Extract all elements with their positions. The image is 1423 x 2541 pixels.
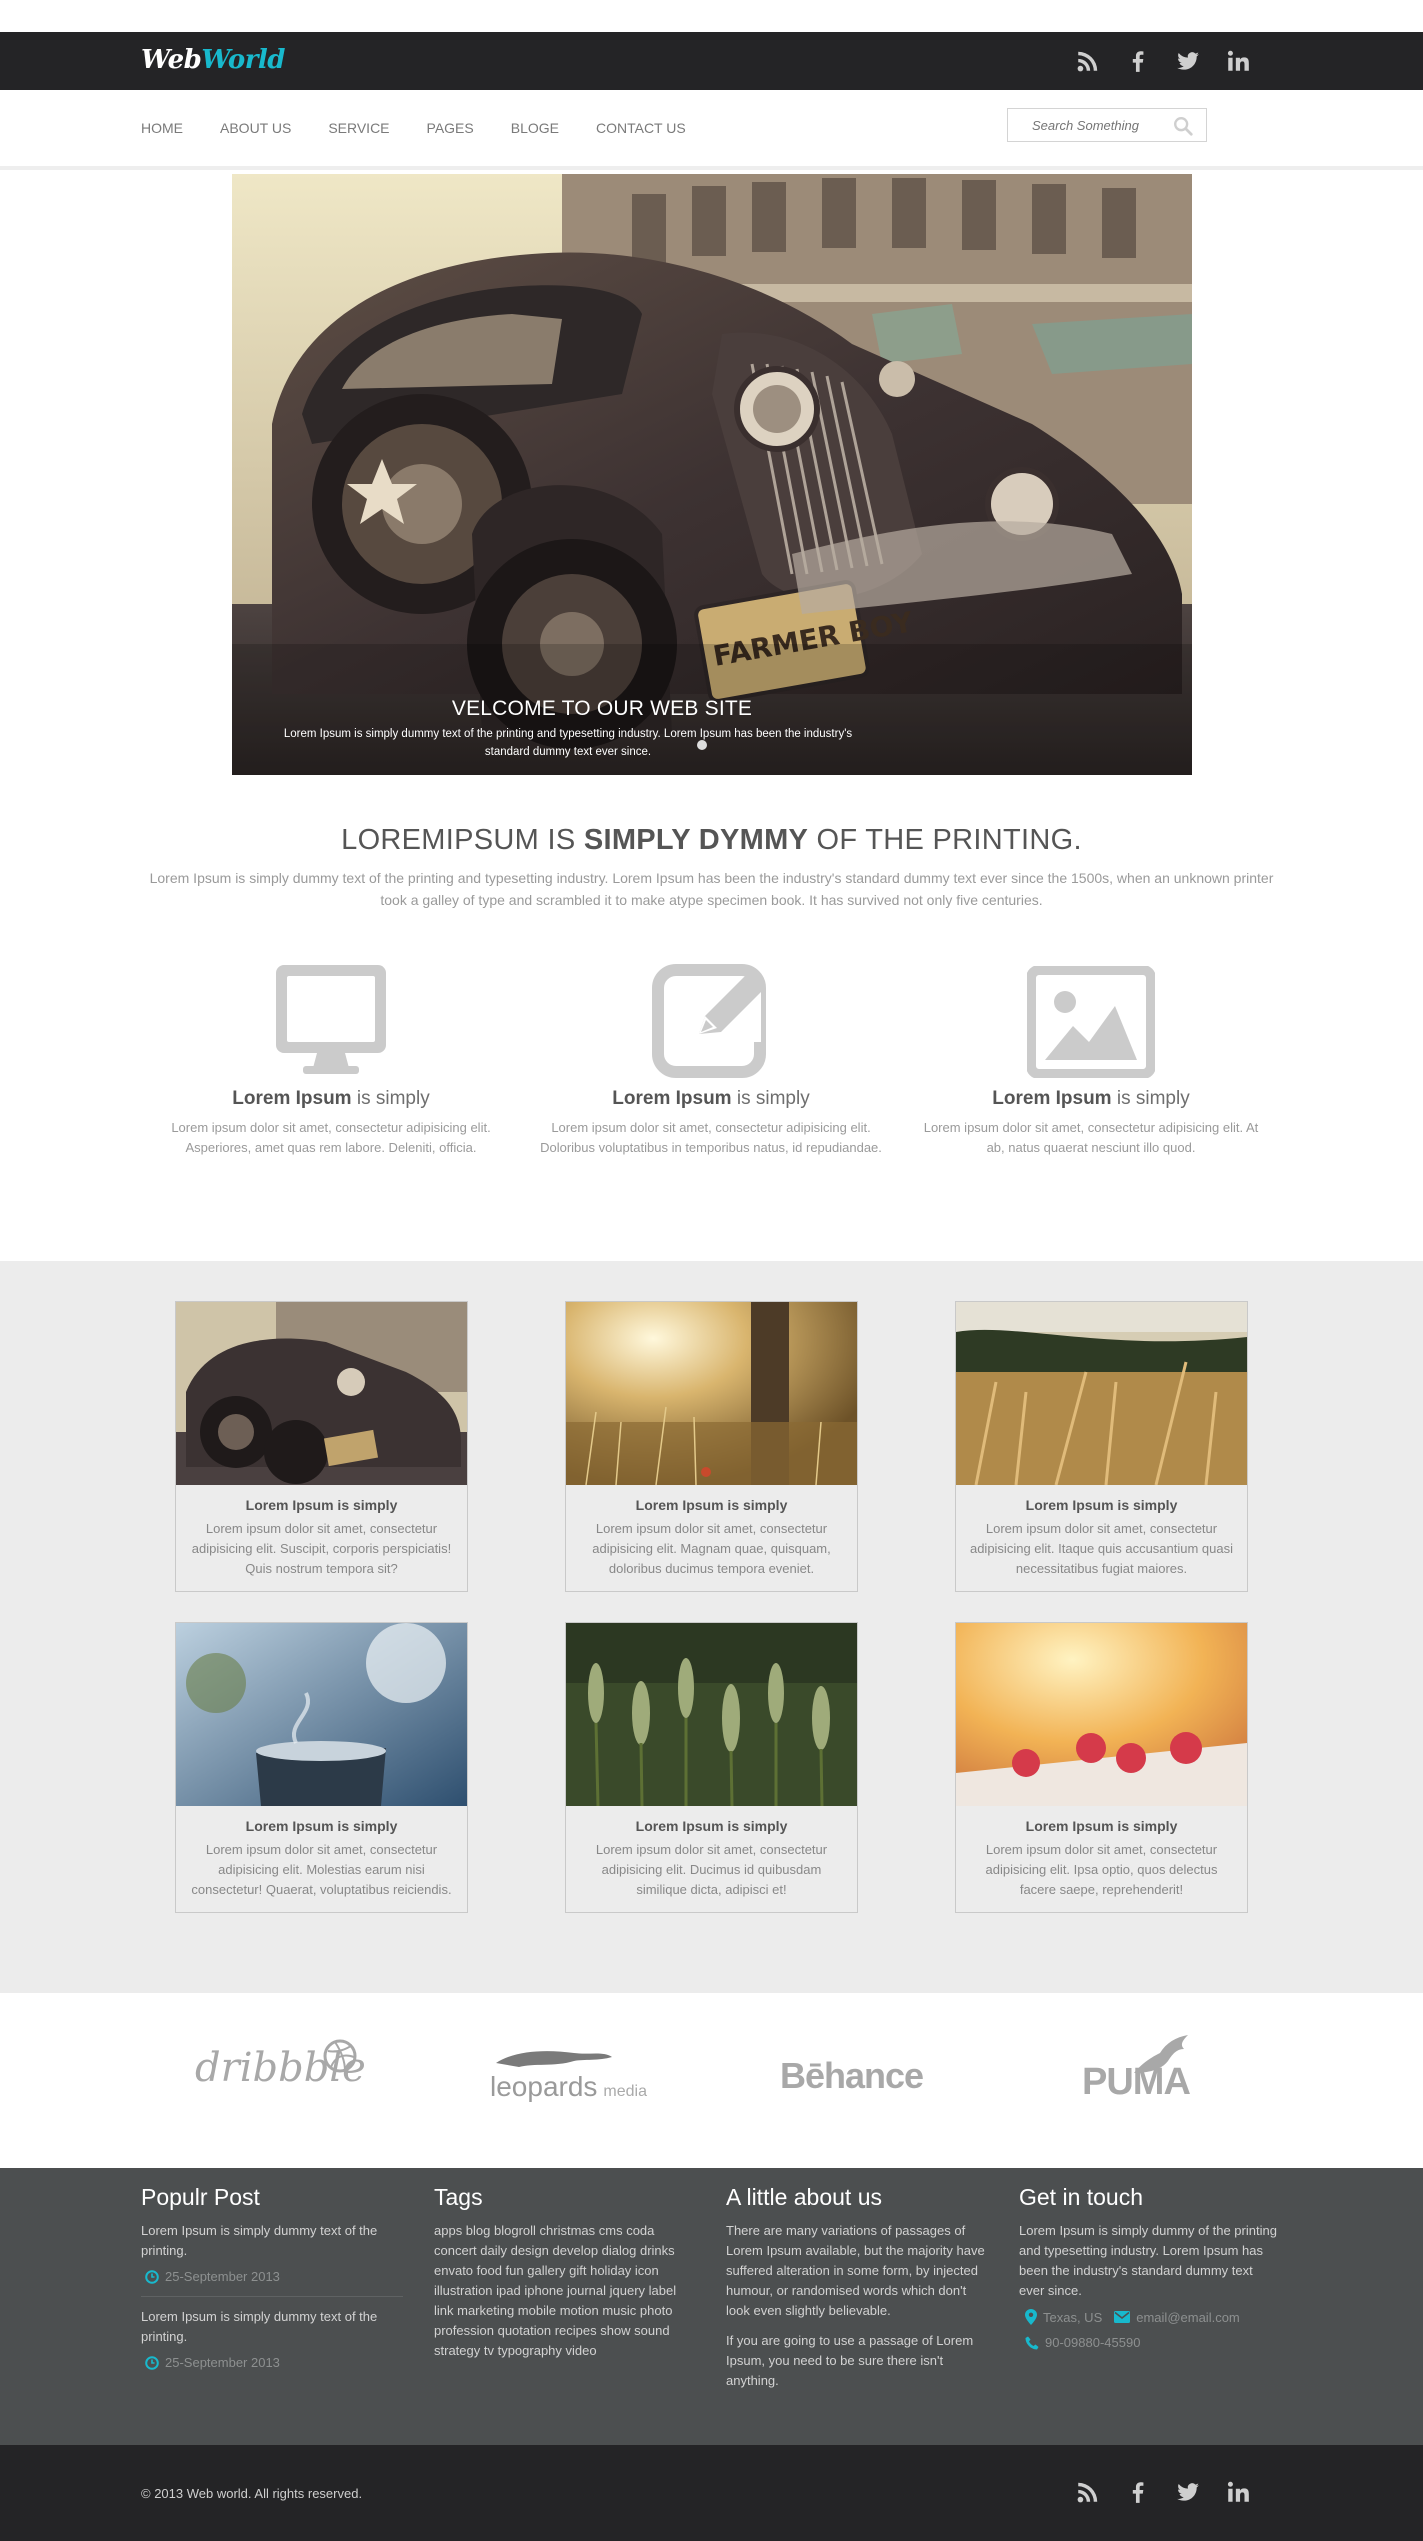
footer: Populr Post Lorem Ipsum is simply dummy … — [0, 2168, 1423, 2445]
nav-item-contact-us[interactable]: CONTACT US — [596, 120, 686, 136]
copyright-text: © 2013 Web world. All rights reserved. — [141, 2486, 363, 2501]
hero-title: VELCOME TO OUR WEB SITE — [451, 697, 753, 720]
monitor-icon — [141, 958, 521, 1078]
footer-tags: Tags apps blog blogroll christmas cms co… — [434, 2184, 696, 2361]
facebook-icon[interactable] — [1124, 2477, 1152, 2507]
edit-icon — [521, 958, 901, 1078]
phone-icon — [1025, 2336, 1039, 2349]
brand-behance[interactable]: Bēhance — [780, 2055, 924, 2097]
hero-text: Lorem Ipsum is simply dummy text of the … — [283, 728, 853, 758]
intro-title: LOREMIPSUM IS SIMPLY DYMMY OF THE PRINTI… — [341, 824, 1082, 856]
hero-image: FARMER BOY — [232, 174, 1192, 775]
brand-puma[interactable]: PUMA — [1082, 2033, 1191, 2104]
nav-item-service[interactable]: SERVICE — [328, 120, 389, 136]
feature-item: Lorem Ipsum is simply Lorem ipsum dolor … — [521, 958, 901, 1158]
nav-item-home[interactable]: HOME — [141, 120, 183, 136]
main-navigation: HOME ABOUT US SERVICE PAGES BLOGE CONTAC… — [0, 90, 1423, 170]
popular-post-link[interactable]: Lorem Ipsum is simply dummy text of the … — [141, 2307, 403, 2347]
linkedin-icon[interactable] — [1224, 2477, 1252, 2507]
gallery-image-car — [176, 1302, 467, 1485]
puma-cat-icon — [1134, 2035, 1188, 2073]
rss-icon[interactable] — [1074, 46, 1102, 76]
leopard-icon — [496, 2051, 612, 2067]
brand-leopards-media[interactable]: leopards media — [490, 2045, 647, 2103]
brand-logos: dribbble leopards media Bēhance PUMA — [0, 1993, 1423, 2168]
linkedin-icon[interactable] — [1224, 46, 1252, 76]
intro-section: LOREMIPSUM IS SIMPLY DYMMY OF THE PRINTI… — [0, 824, 1423, 911]
gallery-card[interactable]: Lorem Ipsum is simply Lorem ipsum dolor … — [565, 1301, 858, 1592]
intro-text: Lorem Ipsum is simply dummy text of the … — [149, 870, 1274, 908]
gallery-image-grass — [566, 1623, 857, 1806]
gallery-card[interactable]: Lorem Ipsum is simply Lorem ipsum dolor … — [565, 1622, 858, 1913]
gallery-image-raspberries — [956, 1623, 1247, 1806]
feature-item: Lorem Ipsum is simply Lorem ipsum dolor … — [901, 958, 1281, 1158]
slider-dot[interactable] — [697, 740, 707, 750]
footer-contact: Get in touch Lorem Ipsum is simply dummy… — [1019, 2184, 1277, 2350]
picture-icon — [901, 958, 1281, 1078]
nav-item-pages[interactable]: PAGES — [427, 120, 474, 136]
twitter-icon[interactable] — [1174, 2477, 1202, 2507]
top-bar: WebWorld — [0, 32, 1423, 90]
footer-popular-posts: Populr Post Lorem Ipsum is simply dummy … — [141, 2184, 403, 2370]
header-social-links — [1074, 46, 1252, 76]
gallery-image-field-sun — [566, 1302, 857, 1485]
gallery-card[interactable]: Lorem Ipsum is simply Lorem ipsum dolor … — [955, 1301, 1248, 1592]
features-row: Lorem Ipsum is simply Lorem ipsum dolor … — [141, 958, 1281, 1158]
site-logo[interactable]: WebWorld — [141, 45, 285, 75]
search-input[interactable] — [1008, 109, 1168, 141]
gallery-card[interactable]: Lorem Ipsum is simply Lorem ipsum dolor … — [175, 1301, 468, 1592]
rss-icon[interactable] — [1074, 2477, 1102, 2507]
gallery-section: Lorem Ipsum is simply Lorem ipsum dolor … — [0, 1261, 1423, 1993]
popular-post-link[interactable]: Lorem Ipsum is simply dummy text of the … — [141, 2221, 403, 2261]
brand-dribbble[interactable]: dribbble — [195, 2039, 366, 2091]
footer-about: A little about us There are many variati… — [726, 2184, 985, 2388]
hero-slider: FARMER BOY VELCOME TO OUR WEB SITE Lorem… — [232, 174, 1192, 775]
facebook-icon[interactable] — [1124, 46, 1152, 76]
dribbble-ball-icon — [323, 2039, 357, 2073]
gallery-card[interactable]: Lorem Ipsum is simply Lorem ipsum dolor … — [175, 1622, 468, 1913]
tag-cloud[interactable]: apps blog blogroll christmas cms coda co… — [434, 2221, 696, 2361]
search-box — [1007, 108, 1207, 142]
twitter-icon[interactable] — [1174, 46, 1202, 76]
gallery-image-cup — [176, 1623, 467, 1806]
nav-item-bloge[interactable]: BLOGE — [511, 120, 559, 136]
contact-email-link[interactable]: email@email.com — [1136, 2310, 1240, 2325]
clock-icon — [145, 2269, 159, 2284]
bottom-bar: © 2013 Web world. All rights reserved. — [0, 2445, 1423, 2541]
location-pin-icon — [1025, 2309, 1037, 2325]
clock-icon — [145, 2355, 159, 2370]
hero-caption: VELCOME TO OUR WEB SITE Lorem Ipsum is s… — [232, 697, 1192, 761]
gallery-card[interactable]: Lorem Ipsum is simply Lorem ipsum dolor … — [955, 1622, 1248, 1913]
search-icon[interactable] — [1172, 115, 1194, 142]
feature-item: Lorem Ipsum is simply Lorem ipsum dolor … — [141, 958, 521, 1158]
nav-menu: HOME ABOUT US SERVICE PAGES BLOGE CONTAC… — [141, 120, 723, 136]
gallery-image-wheat — [956, 1302, 1247, 1485]
envelope-icon — [1114, 2311, 1131, 2323]
footer-social-links — [1074, 2477, 1252, 2507]
nav-item-about-us[interactable]: ABOUT US — [220, 120, 291, 136]
